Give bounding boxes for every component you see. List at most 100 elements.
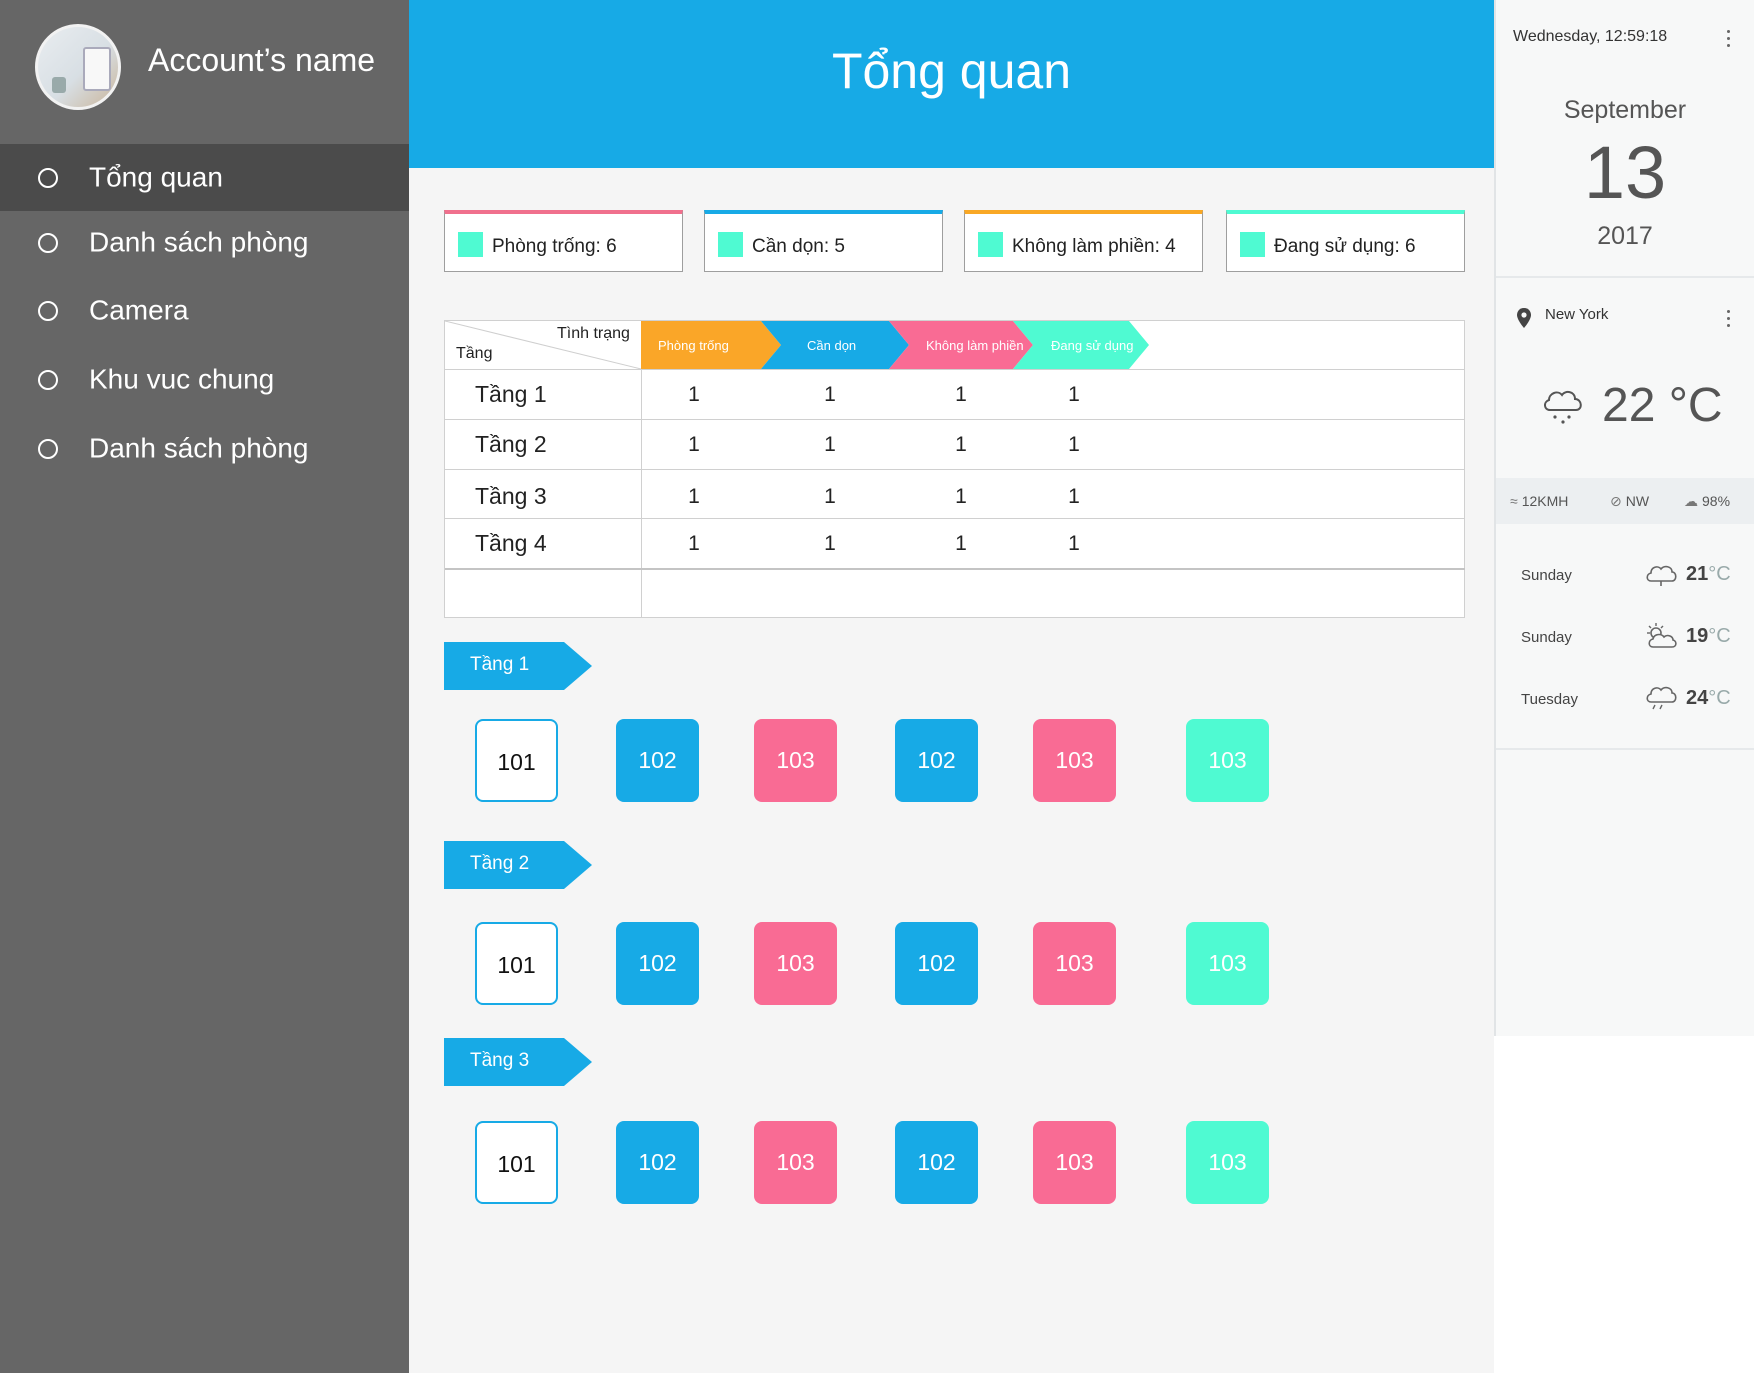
cell-value: 1 bbox=[1068, 433, 1080, 456]
room-tile[interactable]: 103 bbox=[754, 1121, 837, 1204]
status-label: Không làm phiền bbox=[926, 338, 1024, 353]
circle-bullet-icon bbox=[38, 369, 58, 390]
clock-weather-widget: Wednesday, 12:59:18 September 13 2017 Ne… bbox=[1494, 0, 1754, 1036]
forecast-day: Sunday bbox=[1521, 629, 1572, 646]
room-tile[interactable]: 103 bbox=[754, 719, 837, 802]
cell-value: 1 bbox=[955, 485, 967, 508]
room-tile[interactable]: 102 bbox=[616, 719, 699, 802]
more-vert-icon[interactable] bbox=[1727, 30, 1731, 50]
floor-status-table: Tình trạng Tầng Phòng trống Cần dọn Khôn… bbox=[444, 320, 1465, 618]
sidebar-item-label: Danh sách phòng bbox=[89, 225, 309, 257]
page-header: Tổng quan bbox=[409, 0, 1494, 168]
account-header[interactable]: Account’s name bbox=[0, 0, 409, 144]
status-swatch bbox=[718, 232, 743, 257]
summary-card-dnd[interactable]: Không làm phiền: 4 bbox=[964, 210, 1203, 272]
main-content: Tổng quan Phòng trống: 6 Cần dọn: 5 Khôn… bbox=[409, 0, 1494, 1373]
sidebar: Account’s name Tổng quan Danh sách phòng… bbox=[0, 0, 409, 1373]
cell-value: 1 bbox=[824, 433, 836, 456]
avatar[interactable] bbox=[35, 24, 121, 110]
summary-card-vacant[interactable]: Phòng trống: 6 bbox=[444, 210, 683, 272]
summary-card-cleaning[interactable]: Cần dọn: 5 bbox=[704, 210, 943, 272]
sidebar-item-label: Tổng quan bbox=[89, 160, 223, 192]
header-floor-label: Tầng bbox=[456, 345, 493, 362]
status-swatch bbox=[978, 232, 1003, 257]
sidebar-item-label: Danh sách phòng bbox=[89, 431, 309, 463]
forecast-temp-value: 24 bbox=[1686, 687, 1709, 709]
sidebar-item-tong-quan[interactable]: Tổng quan bbox=[0, 144, 409, 211]
room-tile[interactable]: 103 bbox=[1186, 922, 1269, 1005]
status-swatch bbox=[1240, 232, 1265, 257]
circle-bullet-icon bbox=[38, 300, 58, 321]
current-temperature: 22 °C bbox=[1602, 379, 1723, 432]
room-tile[interactable]: 103 bbox=[1186, 719, 1269, 802]
summary-label: Cần dọn: 5 bbox=[752, 236, 845, 257]
cell-value: 1 bbox=[824, 383, 836, 406]
status-swatch bbox=[458, 232, 483, 257]
forecast-temp-value: 21 bbox=[1686, 563, 1709, 585]
floor-tag-tang-3[interactable]: Tầng 3 bbox=[444, 1038, 592, 1086]
room-tile[interactable]: 102 bbox=[895, 922, 978, 1005]
row-floor-label: Tầng 4 bbox=[475, 530, 547, 556]
forecast-temp-unit: °C bbox=[1708, 563, 1731, 585]
room-tile[interactable]: 103 bbox=[1186, 1121, 1269, 1204]
sidebar-item-danh-sach-phong-2[interactable]: Danh sách phòng bbox=[0, 415, 409, 482]
room-tile[interactable]: 101 bbox=[475, 1121, 558, 1204]
row-divider bbox=[445, 469, 1465, 470]
location-pin-icon bbox=[1517, 308, 1531, 328]
cell-value: 1 bbox=[688, 383, 700, 406]
circle-bullet-icon bbox=[38, 232, 58, 253]
room-tile[interactable]: 102 bbox=[895, 1121, 978, 1204]
row-divider bbox=[445, 518, 1465, 519]
more-vert-icon[interactable] bbox=[1727, 310, 1731, 330]
cloud-icon bbox=[1646, 565, 1677, 586]
sidebar-item-camera[interactable]: Camera bbox=[0, 277, 409, 344]
snow-cloud-icon bbox=[1544, 390, 1582, 424]
wind-icon: ≈ bbox=[1510, 493, 1518, 509]
floor-tag-label: Tầng 1 bbox=[470, 654, 530, 675]
floor-tag-label: Tầng 2 bbox=[470, 853, 530, 874]
room-tile[interactable]: 102 bbox=[616, 1121, 699, 1204]
summary-label: Đang sử dụng: 6 bbox=[1274, 236, 1416, 257]
room-tile[interactable]: 101 bbox=[475, 922, 558, 1005]
room-tile[interactable]: 103 bbox=[1033, 922, 1116, 1005]
cell-value: 1 bbox=[1068, 532, 1080, 555]
room-tile[interactable]: 101 bbox=[475, 719, 558, 802]
row-divider bbox=[445, 568, 1465, 570]
circle-bullet-icon bbox=[38, 167, 58, 188]
summary-label: Phòng trống: 6 bbox=[492, 236, 617, 257]
sidebar-item-label: Camera bbox=[89, 293, 189, 325]
sidebar-item-khu-vuc-chung[interactable]: Khu vuc chung bbox=[0, 346, 409, 413]
floor-tag-label: Tầng 3 bbox=[470, 1050, 530, 1071]
floor-tag-tang-1[interactable]: Tầng 1 bbox=[444, 642, 592, 690]
room-tile[interactable]: 103 bbox=[1033, 719, 1116, 802]
clock-readout: Wednesday, 12:59:18 bbox=[1513, 28, 1668, 45]
room-tile[interactable]: 103 bbox=[754, 922, 837, 1005]
cell-value: 1 bbox=[824, 485, 836, 508]
row-floor-label: Tầng 1 bbox=[475, 381, 547, 407]
compass-icon: ⊘ bbox=[1610, 493, 1622, 509]
status-label: Cần dọn bbox=[807, 338, 856, 353]
wind-speed-stat: ≈12KMH bbox=[1510, 493, 1568, 509]
rain-icon bbox=[1646, 686, 1677, 710]
room-tile[interactable]: 103 bbox=[1033, 1121, 1116, 1204]
weather-stats-bar: ≈12KMH ⊘ NW ☁ 98% bbox=[1496, 478, 1754, 524]
forecast-temp-value: 19 bbox=[1686, 625, 1709, 647]
circle-bullet-icon bbox=[38, 438, 58, 459]
cell-value: 1 bbox=[955, 433, 967, 456]
summary-card-occupied[interactable]: Đang sử dụng: 6 bbox=[1226, 210, 1465, 272]
sidebar-item-danh-sach-phong[interactable]: Danh sách phòng bbox=[0, 209, 409, 276]
floor-tag-tang-2[interactable]: Tầng 2 bbox=[444, 841, 592, 889]
row-divider bbox=[445, 419, 1465, 420]
account-name: Account’s name bbox=[148, 42, 376, 78]
page-title: Tổng quan bbox=[831, 43, 1072, 99]
status-label: Phòng trống bbox=[658, 338, 729, 353]
room-tile[interactable]: 102 bbox=[895, 719, 978, 802]
date-day: 13 bbox=[1583, 131, 1667, 214]
cell-value: 1 bbox=[688, 485, 700, 508]
room-tile[interactable]: 102 bbox=[616, 922, 699, 1005]
cell-value: 1 bbox=[955, 383, 967, 406]
cell-value: 1 bbox=[688, 532, 700, 555]
widget-divider bbox=[1496, 748, 1754, 750]
date-month: September bbox=[1563, 96, 1687, 124]
summary-label: Không làm phiền: 4 bbox=[1012, 236, 1176, 257]
